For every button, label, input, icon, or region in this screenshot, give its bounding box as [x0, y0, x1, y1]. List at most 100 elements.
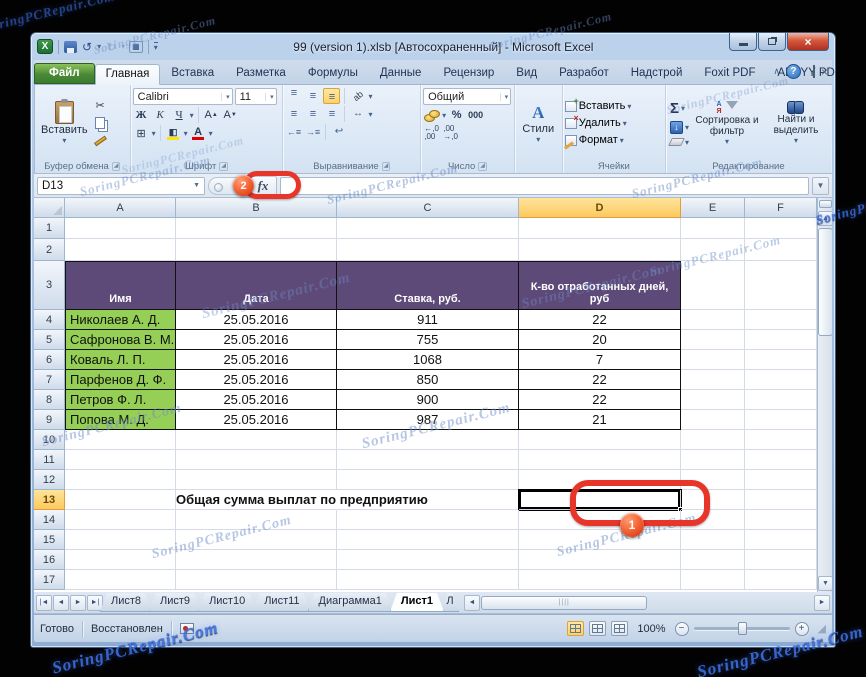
fill-color-button[interactable]: ◧	[165, 125, 182, 141]
cell-A6[interactable]: Коваль Л. П.	[65, 350, 176, 370]
split-handle[interactable]	[819, 200, 832, 208]
cell-A1[interactable]	[65, 218, 176, 239]
cell-D11[interactable]	[519, 450, 681, 470]
underline-button[interactable]: Ч	[171, 107, 188, 123]
cell-F13[interactable]	[745, 490, 817, 510]
tab-first-icon[interactable]: |◄	[36, 594, 52, 611]
number-format-combo[interactable]: Общий ▾	[423, 88, 512, 105]
excel-logo-icon[interactable]: X	[37, 39, 53, 54]
ribbon-tab-foxit-pdf[interactable]: Foxit PDF	[693, 63, 766, 84]
cell-B5[interactable]: 25.05.2016	[176, 330, 337, 350]
vertical-scrollbar[interactable]: ▲ ▼	[817, 198, 832, 592]
ribbon-tab-надстрой[interactable]: Надстрой	[620, 63, 694, 84]
fill-dropdown-icon[interactable]: ▾	[685, 123, 689, 132]
macro-record-icon[interactable]	[179, 623, 194, 634]
cell-B12[interactable]	[176, 470, 337, 490]
cell-E12[interactable]	[681, 470, 745, 490]
grow-font-button[interactable]: А ▲	[203, 107, 220, 123]
cell-D2[interactable]	[519, 239, 681, 261]
bold-button[interactable]: Ж	[133, 107, 150, 123]
vertical-scroll-thumb[interactable]	[818, 228, 832, 336]
row-header-8[interactable]: 8	[34, 390, 65, 410]
cell-C3[interactable]: Ставка, руб.	[337, 261, 519, 310]
cell-F16[interactable]	[745, 550, 817, 570]
row-header-5[interactable]: 5	[34, 330, 65, 350]
cell-F4[interactable]	[745, 310, 817, 330]
font-color-button[interactable]: А	[190, 125, 207, 141]
row-header-17[interactable]: 17	[34, 570, 65, 590]
sheet-tab-диаграмма1[interactable]: Диаграмма1	[308, 593, 393, 612]
autosum-button[interactable]: Σ	[670, 100, 679, 117]
column-header-A[interactable]: A	[65, 198, 176, 218]
cell-E4[interactable]	[681, 310, 745, 330]
row-header-10[interactable]: 10	[34, 430, 65, 450]
cell-B2[interactable]	[176, 239, 337, 261]
cell-B10[interactable]	[176, 430, 337, 450]
formula-input[interactable]	[280, 176, 809, 195]
sheet-tab-лист10[interactable]: Лист10	[198, 593, 256, 612]
number-dialog-launcher-icon[interactable]: ◢	[478, 161, 487, 171]
cell-E10[interactable]	[681, 430, 745, 450]
cell-C10[interactable]	[337, 430, 519, 450]
cell-E15[interactable]	[681, 530, 745, 550]
cell-E11[interactable]	[681, 450, 745, 470]
cell-A15[interactable]	[65, 530, 176, 550]
cell-C5[interactable]: 755	[337, 330, 519, 350]
cell-D5[interactable]: 20	[519, 330, 681, 350]
cell-C6[interactable]: 1068	[337, 350, 519, 370]
cell-D16[interactable]	[519, 550, 681, 570]
cell-C9[interactable]: 987	[337, 410, 519, 430]
sheet-tab-лист8[interactable]: Лист8	[100, 593, 152, 612]
formula-bar-expand-icon[interactable]: ▼	[812, 176, 829, 195]
sheet-tab-лист1[interactable]: Лист1	[390, 593, 444, 612]
undo-dropdown-icon[interactable]: ▾	[97, 42, 101, 51]
cell-F6[interactable]	[745, 350, 817, 370]
cell-C16[interactable]	[337, 550, 519, 570]
cell-F8[interactable]	[745, 390, 817, 410]
horizontal-scroll-thumb[interactable]: ||||	[480, 595, 648, 610]
currency-dropdown-icon[interactable]: ▾	[442, 111, 446, 120]
name-box-dropdown-icon[interactable]: ▼	[193, 182, 200, 189]
selected-cell-D13[interactable]	[519, 490, 683, 512]
font-color-dropdown-icon[interactable]: ▾	[209, 129, 213, 138]
cell-A5[interactable]: Сафронова В. М.	[65, 330, 176, 350]
copy-button[interactable]	[92, 115, 109, 131]
cell-B11[interactable]	[176, 450, 337, 470]
zoom-slider[interactable]	[693, 622, 790, 635]
row-header-1[interactable]: 1	[34, 218, 65, 239]
sheet-tab-лист9[interactable]: Лист9	[149, 593, 201, 612]
cell-A11[interactable]	[65, 450, 176, 470]
cell-F14[interactable]	[745, 510, 817, 530]
alignment-dialog-launcher-icon[interactable]: ◢	[381, 161, 391, 171]
minimize-button[interactable]	[729, 33, 757, 51]
cell-B16[interactable]	[176, 550, 337, 570]
zoom-slider-thumb[interactable]	[737, 622, 747, 635]
fill-color-dropdown-icon[interactable]: ▾	[184, 129, 188, 138]
cell-F15[interactable]	[745, 530, 817, 550]
column-header-D[interactable]: D	[519, 198, 681, 218]
row-header-14[interactable]: 14	[34, 510, 65, 530]
cell-E2[interactable]	[681, 239, 745, 261]
cell-E17[interactable]	[681, 570, 745, 590]
cell-B14[interactable]	[176, 510, 337, 530]
cell-D3[interactable]: К-во отработанных дней, руб	[519, 261, 681, 310]
cell-B17[interactable]	[176, 570, 337, 590]
fill-button[interactable]: ↓	[669, 120, 683, 134]
borders-button[interactable]: ⊞	[133, 125, 150, 141]
formula-bar-grip[interactable]	[208, 176, 246, 195]
cell-F17[interactable]	[745, 570, 817, 590]
cell-C12[interactable]	[337, 470, 519, 490]
horizontal-scroll-track[interactable]	[648, 595, 813, 610]
cell-C1[interactable]	[337, 218, 519, 239]
cell-D15[interactable]	[519, 530, 681, 550]
cell-A7[interactable]: Парфенов Д. Ф.	[65, 370, 176, 390]
merge-center-button[interactable]: ↔	[349, 106, 366, 122]
scroll-up-icon[interactable]: ▲	[818, 211, 832, 226]
cell-C17[interactable]	[337, 570, 519, 590]
delete-cells-button[interactable]: Удалить ▾	[564, 113, 663, 129]
cell-D7[interactable]: 22	[519, 370, 681, 390]
normal-view-button[interactable]	[567, 621, 585, 636]
cell-A10[interactable]	[65, 430, 176, 450]
cell-A13[interactable]	[65, 490, 176, 510]
shrink-font-button[interactable]: А ▼	[222, 107, 239, 123]
